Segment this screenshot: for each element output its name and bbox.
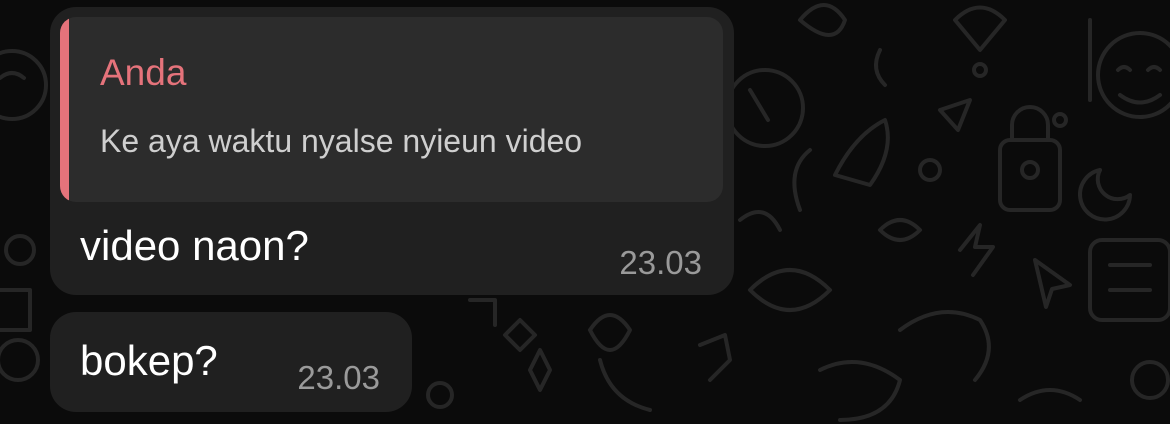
message-timestamp: 23.03 [297, 359, 380, 396]
message-bubble[interactable]: bokep? 23.03 [50, 312, 412, 412]
message-timestamp: 23.03 [619, 244, 702, 281]
message-text: bokep? [80, 337, 218, 384]
reply-author: Anda [100, 52, 187, 93]
message-text: video naon? [80, 222, 309, 269]
reply-accent-bar [60, 17, 69, 202]
reply-quoted-text: Ke aya waktu nyalse nyieun video [100, 123, 583, 159]
message-bubble-reply[interactable]: Anda Ke aya waktu nyalse nyieun video vi… [50, 7, 734, 295]
reply-quote[interactable]: Anda Ke aya waktu nyalse nyieun video [60, 17, 723, 202]
